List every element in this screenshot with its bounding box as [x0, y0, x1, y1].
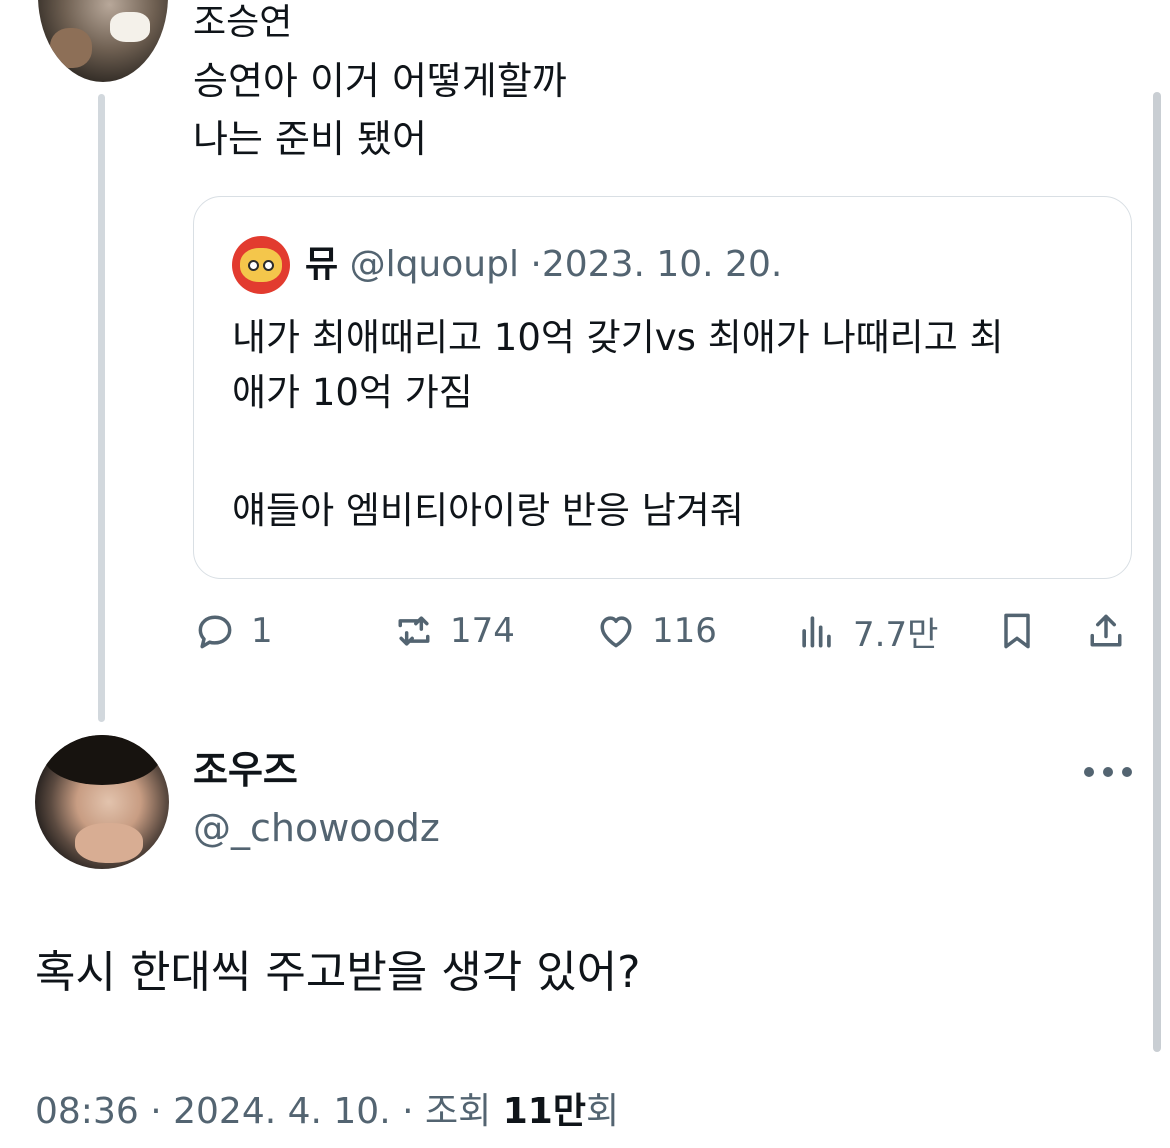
- retweet-button[interactable]: 174: [392, 606, 515, 656]
- quote-avatar: [232, 236, 290, 294]
- tweet-meta: 08:36 · 2024. 4. 10. · 조회 11만회: [35, 1087, 619, 1137]
- quote-handle: @lquoupl: [349, 244, 519, 285]
- reply-icon: [198, 615, 232, 649]
- views-value: 11만: [502, 1091, 586, 1132]
- author-handle[interactable]: @_chowoodz: [193, 803, 440, 853]
- separator-dot: ·: [150, 1091, 162, 1132]
- more-dot-icon: [1122, 767, 1132, 777]
- quote-text-line: 애가 10억 가짐: [232, 371, 473, 414]
- view-count: 7.7만: [853, 614, 939, 655]
- quote-date: 2023. 10. 20.: [541, 244, 783, 285]
- views-button[interactable]: 7.7만: [795, 606, 938, 656]
- share-button[interactable]: [1084, 606, 1128, 656]
- quote-text-line: 얘들아 엠비티아이랑 반응 남겨줘: [232, 489, 744, 532]
- scrollbar[interactable]: [1153, 92, 1161, 1052]
- share-icon: [1090, 614, 1122, 647]
- author-name[interactable]: 조승연: [193, 0, 292, 46]
- like-button[interactable]: 116: [594, 606, 717, 656]
- retweet-icon: [398, 616, 430, 646]
- like-count: 116: [652, 611, 717, 651]
- bookmark-icon: [1004, 613, 1030, 649]
- more-dot-icon: [1103, 767, 1113, 777]
- separator-dot: ·: [402, 1091, 414, 1132]
- more-options-button[interactable]: [1084, 760, 1132, 784]
- reply-button[interactable]: 1: [193, 606, 273, 656]
- views-label: 조회: [425, 1091, 492, 1132]
- tweet-text-line: 승연아 이거 어떻게할까: [193, 59, 567, 103]
- thread-connector-line: [98, 94, 105, 722]
- heart-icon: [600, 616, 632, 648]
- tweet-text: 혹시 한대씩 주고받을 생각 있어?: [35, 947, 641, 998]
- more-dot-icon: [1084, 767, 1094, 777]
- tweet-text-line: 나는 준비 됐어: [193, 117, 427, 161]
- views-suffix: 회: [585, 1091, 620, 1132]
- quote-text-line: 내가 최애때리고 10억 갖기vs 최애가 나때리고 최: [232, 316, 1004, 359]
- reply-count: 1: [251, 611, 273, 651]
- bookmark-button[interactable]: [995, 606, 1039, 656]
- quote-author-name: 뮤: [305, 244, 339, 285]
- avatar[interactable]: [38, 0, 168, 82]
- views-icon: [802, 616, 831, 648]
- tweet-date[interactable]: 2024. 4. 10.: [173, 1091, 391, 1132]
- quote-header: 뮤 @lquoupl ·2023. 10. 20.: [305, 242, 782, 288]
- avatar[interactable]: [35, 735, 169, 869]
- author-name[interactable]: 조우즈: [193, 745, 298, 795]
- retweet-count: 174: [450, 611, 515, 651]
- tweet-time[interactable]: 08:36: [35, 1091, 139, 1132]
- separator-dot: ·: [530, 244, 542, 285]
